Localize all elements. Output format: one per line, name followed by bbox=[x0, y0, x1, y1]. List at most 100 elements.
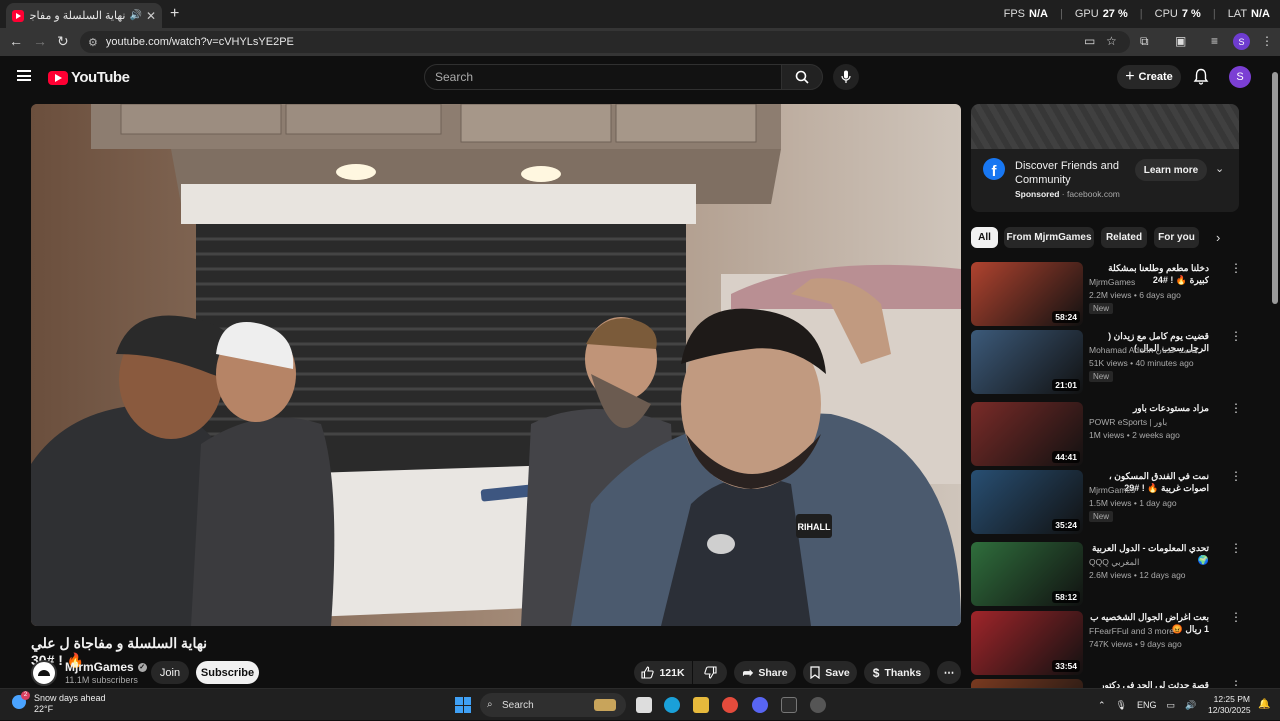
recommendation-title[interactable]: قصة حدثت لي الحد في دكتور امتحان عالي ! bbox=[1089, 679, 1209, 688]
channel-name-link[interactable]: MjrmGames ✓ bbox=[65, 660, 147, 674]
more-options-icon[interactable]: ⋮ bbox=[1230, 262, 1242, 274]
audio-playing-icon[interactable]: 🔊 bbox=[129, 10, 141, 21]
recommendation-item[interactable]: 58:24 دخلنا مطعم وطلعنا بمشكلة كبيرة 🔥 ! … bbox=[971, 262, 1249, 328]
show-hidden-icons-icon[interactable]: ⌃ bbox=[1098, 700, 1106, 711]
windows-start-icon[interactable] bbox=[455, 697, 471, 713]
recommendation-channel[interactable]: FFearFFul and 3 more bbox=[1089, 626, 1174, 636]
more-options-icon[interactable]: ⋮ bbox=[1230, 542, 1242, 554]
video-thumbnail[interactable]: 35:24 bbox=[971, 470, 1083, 534]
url-text: youtube.com/watch?v=cVHYLsYE2PE bbox=[105, 36, 294, 48]
reload-icon[interactable]: ↻ bbox=[57, 33, 69, 50]
recommendation-item[interactable]: قصة حدثت لي الحد في دكتور امتحان عالي ! ⋮ bbox=[971, 679, 1249, 688]
bookmark-star-icon[interactable]: ☆ bbox=[1106, 34, 1117, 48]
reading-list-icon[interactable]: ≡ bbox=[1211, 34, 1218, 48]
app-icon[interactable] bbox=[810, 697, 826, 713]
discord-icon[interactable] bbox=[752, 697, 768, 713]
account-avatar[interactable]: S bbox=[1229, 66, 1251, 88]
recommendation-channel[interactable]: MjrmGames bbox=[1089, 277, 1135, 287]
browser-profile-avatar[interactable]: S bbox=[1233, 33, 1250, 50]
recommendation-item[interactable]: 35:24 نمت في الفندق المسكون ، اصوات غريبة… bbox=[971, 470, 1249, 536]
chip-from-channel[interactable]: From MjrmGames bbox=[1004, 227, 1094, 248]
extensions-icon[interactable]: ⧉ bbox=[1140, 34, 1149, 49]
search-icon bbox=[795, 70, 809, 84]
video-thumbnail[interactable]: 33:54 bbox=[971, 611, 1083, 675]
volume-icon[interactable]: 🔊 bbox=[1185, 700, 1196, 711]
thanks-button[interactable]: $ Thanks bbox=[864, 661, 930, 684]
cast-icon[interactable]: ▭ bbox=[1084, 34, 1095, 48]
chip-all[interactable]: All bbox=[971, 227, 998, 248]
recommendation-item[interactable]: 21:01 قضيت يوم كامل مع زيدان ( الرجل سحب … bbox=[971, 330, 1249, 396]
chevron-down-icon[interactable]: ⌄ bbox=[1215, 162, 1224, 175]
browser-menu-icon[interactable]: ⋮ bbox=[1261, 34, 1273, 48]
address-bar[interactable]: ⚙ youtube.com/watch?v=cVHYLsYE2PE bbox=[80, 31, 1130, 53]
scrollbar-thumb[interactable] bbox=[1272, 72, 1278, 304]
create-button[interactable]: + Create bbox=[1117, 65, 1181, 89]
hamburger-menu-icon[interactable] bbox=[17, 70, 31, 81]
video-frame: RIHALL bbox=[31, 104, 961, 626]
widgets-icon[interactable] bbox=[594, 699, 616, 711]
voice-search-button[interactable] bbox=[833, 64, 859, 90]
channel-avatar[interactable] bbox=[31, 660, 57, 686]
recommendation-channel[interactable]: MjrmGames bbox=[1089, 485, 1135, 495]
fps-stat: FPS N/A bbox=[1003, 8, 1048, 20]
youtube-logo[interactable]: YouTube bbox=[48, 69, 130, 86]
chip-related[interactable]: Related bbox=[1101, 227, 1147, 248]
recommendation-channel[interactable]: Mohamad Adnan محمد عدنان bbox=[1089, 345, 1198, 356]
sponsored-ad-card[interactable]: f Discover Friends and Community Sponsor… bbox=[971, 104, 1239, 212]
system-clock[interactable]: 12:25 PM 12/30/2025 bbox=[1208, 694, 1251, 716]
network-icon[interactable]: ▭ bbox=[1167, 700, 1176, 711]
save-button[interactable]: Save bbox=[803, 661, 857, 684]
subscribe-button[interactable]: Subscribe bbox=[196, 661, 259, 684]
recommendation-item[interactable]: 58:12 تحدي المعلومات - الدول العربية 🌍 QQQ… bbox=[971, 542, 1249, 608]
recommendation-item[interactable]: 44:41 مزاد مستودعات باور POWR eSports | با… bbox=[971, 402, 1249, 468]
file-explorer-icon[interactable] bbox=[693, 697, 709, 713]
chevron-right-icon[interactable]: › bbox=[1216, 230, 1220, 245]
back-arrow-icon[interactable]: ← bbox=[9, 33, 23, 49]
video-thumbnail[interactable]: 58:24 bbox=[971, 262, 1083, 326]
more-options-icon[interactable]: ⋮ bbox=[1230, 679, 1242, 688]
language-indicator[interactable]: ENG bbox=[1137, 700, 1157, 710]
join-button[interactable]: Join bbox=[151, 661, 189, 684]
browser-tab-active[interactable]: نهاية السلسلة و مفاجاة ل علي 🔊 ✕ bbox=[6, 3, 162, 28]
channel-name: MjrmGames bbox=[65, 660, 134, 674]
share-button[interactable]: ➦ Share bbox=[734, 661, 796, 684]
more-horizontal-icon: ⋯ bbox=[943, 666, 955, 679]
recommendation-item[interactable]: 33:54 بعت اغراض الجوال الشخصيه ب 1 ريال 😡… bbox=[971, 611, 1249, 677]
chrome-icon[interactable] bbox=[722, 697, 738, 713]
notifications-bell-icon[interactable] bbox=[1193, 68, 1209, 85]
notification-center-icon[interactable]: 🔔 bbox=[1258, 699, 1270, 710]
video-player[interactable]: RIHALL bbox=[31, 104, 961, 626]
super-thanks-icon: $ bbox=[872, 665, 880, 680]
page-scrollbar[interactable] bbox=[1270, 62, 1280, 682]
like-button[interactable]: 121K bbox=[634, 661, 692, 684]
xbox-app-icon[interactable] bbox=[781, 697, 797, 713]
more-actions-button[interactable]: ⋯ bbox=[937, 661, 961, 684]
video-thumbnail[interactable] bbox=[971, 679, 1083, 688]
youtube-favicon-icon bbox=[12, 9, 24, 22]
more-options-icon[interactable]: ⋮ bbox=[1230, 402, 1242, 414]
new-tab-button[interactable]: + bbox=[170, 5, 179, 23]
search-input[interactable]: Search bbox=[424, 64, 782, 90]
close-tab-icon[interactable]: ✕ bbox=[146, 9, 156, 23]
video-thumbnail[interactable]: 21:01 bbox=[971, 330, 1083, 394]
microphone-icon bbox=[841, 70, 851, 83]
forward-arrow-icon[interactable]: → bbox=[33, 33, 47, 49]
microphone-icon[interactable]: 🎙 bbox=[1116, 700, 1127, 711]
more-options-icon[interactable]: ⋮ bbox=[1230, 611, 1242, 623]
split-view-icon[interactable]: ▣ bbox=[1175, 34, 1186, 48]
search-icon: ⌕ bbox=[487, 699, 493, 710]
video-thumbnail[interactable]: 44:41 bbox=[971, 402, 1083, 466]
more-options-icon[interactable]: ⋮ bbox=[1230, 470, 1242, 482]
edge-icon[interactable] bbox=[664, 697, 680, 713]
learn-more-button[interactable]: Learn more bbox=[1135, 159, 1207, 181]
recommendation-channel[interactable]: POWR eSports | باور bbox=[1089, 417, 1167, 428]
recommendation-title[interactable]: مزاد مستودعات باور bbox=[1089, 402, 1209, 414]
task-view-icon[interactable] bbox=[636, 697, 652, 713]
recommendation-channel[interactable]: QQQ المغربي bbox=[1089, 557, 1139, 568]
chip-for-you[interactable]: For you bbox=[1154, 227, 1199, 248]
dislike-button[interactable] bbox=[693, 661, 727, 684]
more-options-icon[interactable]: ⋮ bbox=[1230, 330, 1242, 342]
search-button[interactable] bbox=[781, 64, 823, 90]
video-thumbnail[interactable]: 58:12 bbox=[971, 542, 1083, 606]
site-settings-icon[interactable]: ⚙ bbox=[88, 36, 98, 49]
